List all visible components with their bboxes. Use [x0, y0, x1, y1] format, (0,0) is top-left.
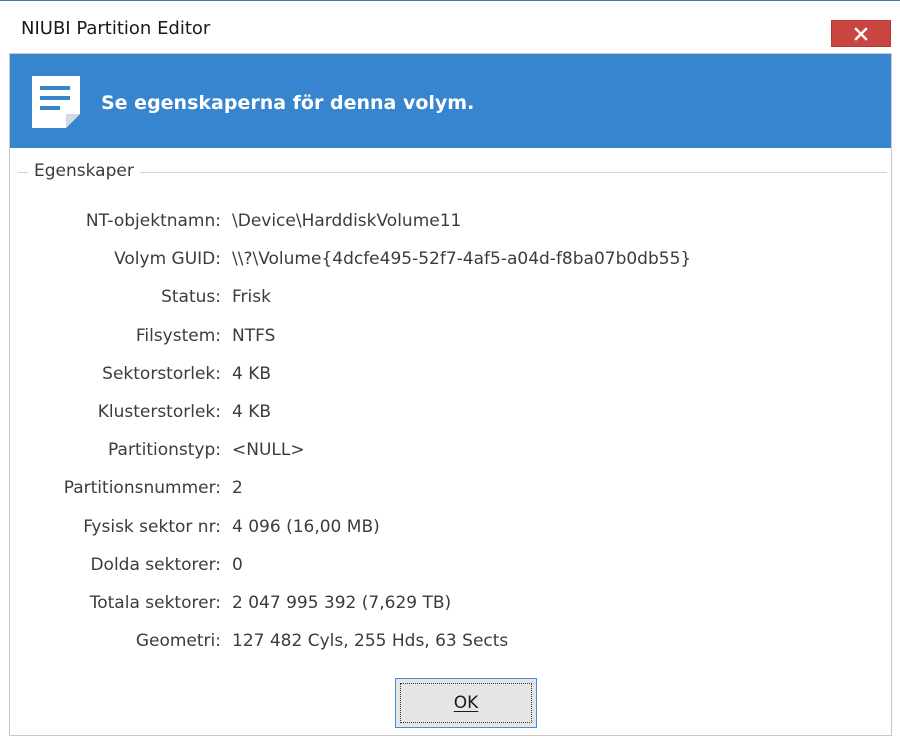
ok-button[interactable]: OK	[395, 678, 537, 728]
property-label: Partitionstyp:	[108, 440, 221, 460]
property-value: Frisk	[232, 287, 271, 307]
property-label: Partitionsnummer:	[63, 478, 221, 498]
window-title: NIUBI Partition Editor	[21, 18, 211, 39]
property-row: NT-objektnamn: \Device\HarddiskVolume11	[10, 211, 891, 235]
property-row: Sektorstorlek: 4 KB	[10, 364, 891, 388]
property-row: Volym GUID: \\?\Volume{4dcfe495-52f7-4af5…	[10, 249, 891, 273]
banner-heading: Se egenskaperna för denna volym.	[101, 92, 475, 114]
property-row: Geometri: 127 482 Cyls, 255 Hds, 63 Sects	[10, 631, 891, 655]
property-row: Klusterstorlek: 4 KB	[10, 402, 891, 426]
property-label: Totala sektorer:	[89, 593, 221, 613]
property-label: Filsystem:	[135, 326, 221, 346]
property-value: 4 096 (16,00 MB)	[232, 517, 380, 537]
property-row: Totala sektorer: 2 047 995 392 (7,629 TB)	[10, 593, 891, 617]
property-label: Dolda sektorer:	[90, 555, 221, 575]
dialog-client-area: Se egenskaperna för denna volym. Egenska…	[9, 53, 892, 736]
property-row: Fysisk sektor nr: 4 096 (16,00 MB)	[10, 517, 891, 541]
property-value: 4 KB	[232, 402, 272, 422]
dialog-window: NIUBI Partition Editor Se egenskaperna f…	[0, 0, 900, 744]
property-label: Geometri:	[135, 631, 221, 651]
property-value: \\?\Volume{4dcfe495-52f7-4af5-a04d-f8ba0…	[232, 249, 692, 269]
property-value: NTFS	[232, 326, 276, 346]
property-row: Status: Frisk	[10, 287, 891, 311]
close-icon	[854, 26, 868, 41]
property-label: Status:	[161, 287, 221, 307]
property-value: 127 482 Cyls, 255 Hds, 63 Sects	[232, 631, 509, 651]
property-row: Partitionsnummer: 2	[10, 478, 891, 502]
property-label: Fysisk sektor nr:	[83, 517, 221, 537]
property-label: Volym GUID:	[114, 249, 221, 269]
group-divider	[18, 172, 887, 173]
title-bar[interactable]: NIUBI Partition Editor	[0, 6, 900, 48]
property-label: Klusterstorlek:	[97, 402, 221, 422]
header-banner: Se egenskaperna för denna volym.	[10, 54, 891, 148]
top-strip	[0, 1, 900, 5]
property-row: Dolda sektorer: 0	[10, 555, 891, 579]
document-icon	[32, 76, 80, 128]
group-label: Egenskaper	[28, 161, 140, 181]
property-label: NT-objektnamn:	[85, 211, 221, 231]
property-value: \Device\HarddiskVolume11	[232, 211, 462, 231]
property-value: 4 KB	[232, 364, 272, 384]
close-button[interactable]	[831, 20, 891, 47]
property-value: 2 047 995 392 (7,629 TB)	[232, 593, 452, 613]
property-row: Partitionstyp: <NULL>	[10, 440, 891, 464]
property-value: 0	[232, 555, 243, 575]
property-value: 2	[232, 478, 243, 498]
property-label: Sektorstorlek:	[102, 364, 221, 384]
ok-button-label: OK	[453, 693, 479, 713]
property-row: Filsystem: NTFS	[10, 326, 891, 350]
property-value: <NULL>	[232, 440, 305, 460]
